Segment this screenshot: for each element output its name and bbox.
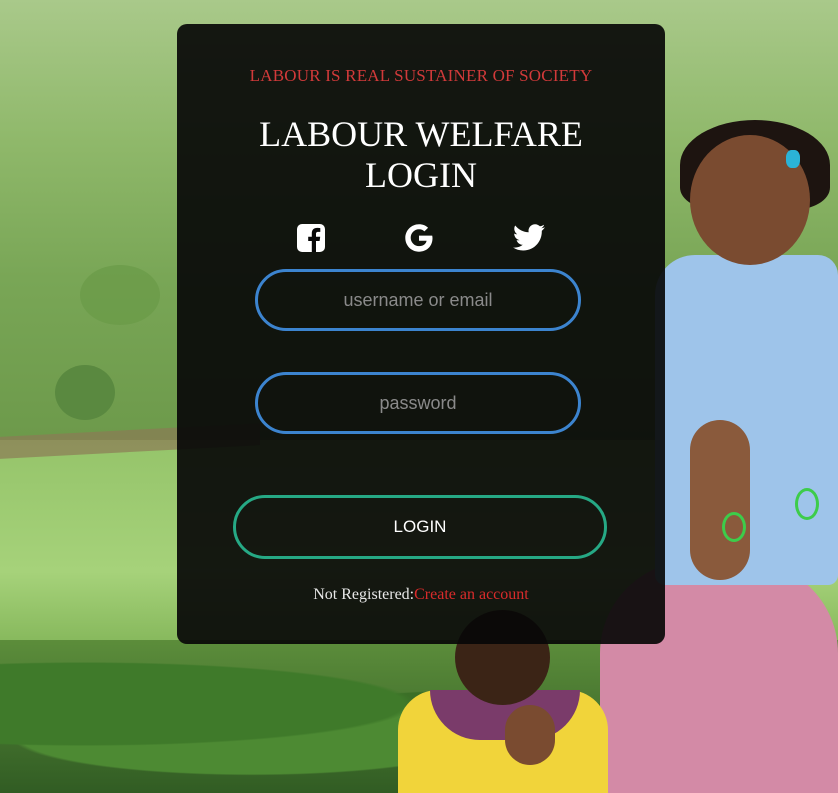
login-button[interactable]: LOGIN bbox=[233, 495, 607, 559]
register-text: Not Registered: bbox=[313, 586, 415, 603]
register-prompt: Not Registered:Create an account bbox=[177, 586, 665, 604]
password-field[interactable] bbox=[255, 372, 581, 434]
username-field[interactable] bbox=[255, 269, 581, 331]
twitter-icon[interactable] bbox=[511, 220, 547, 256]
social-login-row bbox=[177, 220, 665, 260]
title-line-1: LABOUR WELFARE bbox=[259, 114, 583, 154]
create-account-link[interactable]: Create an account bbox=[414, 586, 529, 603]
google-icon[interactable] bbox=[401, 220, 437, 256]
page-title: LABOUR WELFARE LOGIN bbox=[177, 114, 665, 196]
title-line-2: LOGIN bbox=[365, 155, 477, 195]
tagline: LABOUR IS REAL SUSTAINER OF SOCIETY bbox=[249, 66, 593, 85]
facebook-icon[interactable] bbox=[293, 220, 329, 256]
login-card: LABOUR IS REAL SUSTAINER OF SOCIETY LABO… bbox=[177, 24, 665, 644]
